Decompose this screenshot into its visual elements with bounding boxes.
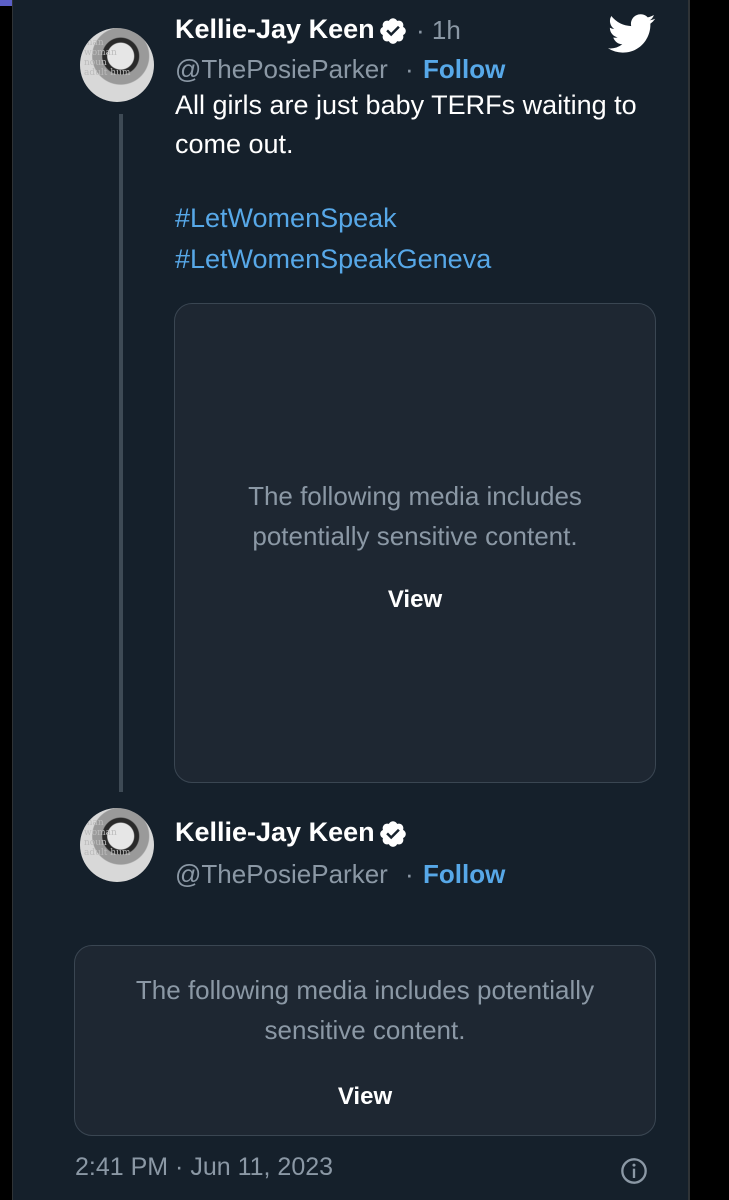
author-handle[interactable]: @ThePosieParker: [175, 859, 388, 890]
view-media-button[interactable]: View: [75, 1083, 655, 1111]
handle-separator: ·: [405, 54, 414, 84]
author-name[interactable]: Kellie-Jay Keen: [175, 14, 375, 45]
verified-badge-icon: [380, 18, 406, 44]
author-name[interactable]: Kellie-Jay Keen: [175, 817, 375, 848]
avatar-sign-text: man woman noun adult hum: [84, 38, 131, 78]
thread-connector-line: [119, 114, 123, 792]
card-right-border: [688, 0, 690, 1200]
author-avatar[interactable]: man woman noun adult hum: [80, 28, 154, 102]
author-avatar[interactable]: man woman noun adult hum: [80, 808, 154, 882]
author-handle[interactable]: @ThePosieParker: [175, 54, 388, 85]
tweet-text: All girls are just baby TERFs waiting to…: [175, 90, 637, 159]
sensitive-media-card: The following media includes potentially…: [74, 945, 656, 1136]
verified-badge-icon: [380, 821, 406, 847]
tweet-time[interactable]: · 1h: [416, 15, 461, 46]
sensitive-media-warning: The following media includes potentially…: [248, 481, 582, 551]
sensitive-media-card: The following media includes potentially…: [174, 303, 656, 783]
hashtag-link[interactable]: #LetWomenSpeakGeneva: [175, 244, 491, 275]
avatar-sign-text: man woman noun adult hum: [84, 818, 131, 858]
hashtag-link[interactable]: #LetWomenSpeak: [175, 203, 397, 234]
sensitive-media-warning: The following media includes potentially…: [135, 975, 595, 1045]
info-icon[interactable]: [620, 1157, 648, 1185]
tweet-timestamp[interactable]: 2:41 PM · Jun 11, 2023: [75, 1153, 333, 1182]
handle-separator: ·: [405, 859, 414, 889]
follow-button[interactable]: Follow: [423, 54, 505, 85]
view-media-button[interactable]: View: [175, 586, 655, 614]
twitter-bird-icon[interactable]: [608, 14, 656, 54]
follow-button[interactable]: Follow: [423, 859, 505, 890]
